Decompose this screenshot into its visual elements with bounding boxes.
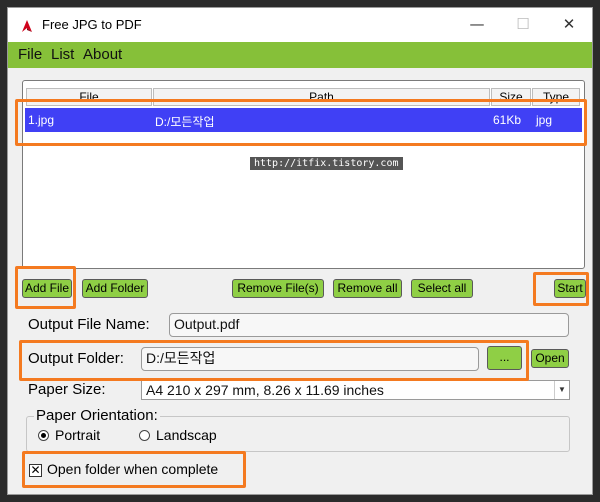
add-folder-button[interactable]: Add Folder: [82, 279, 148, 298]
remove-all-button[interactable]: Remove all: [333, 279, 402, 298]
paper-size-dropdown[interactable]: A4 210 x 297 mm, 8.26 x 11.69 inches ▼: [141, 380, 570, 400]
landscape-radio[interactable]: [139, 430, 150, 441]
chevron-down-icon[interactable]: ▼: [554, 381, 569, 399]
column-header-size[interactable]: Size: [491, 88, 531, 106]
cell-file: 1.jpg: [28, 113, 55, 127]
cell-path: D:/모든작업: [155, 115, 215, 129]
column-header-type[interactable]: Type: [532, 88, 580, 106]
maximize-button[interactable]: ☐: [500, 8, 546, 42]
title-bar: Free JPG to PDF — ☐ ✕: [8, 8, 592, 42]
menu-about[interactable]: About: [83, 46, 122, 63]
paper-size-value: A4 210 x 297 mm, 8.26 x 11.69 inches: [146, 382, 384, 398]
paper-size-label: Paper Size:: [28, 381, 106, 398]
output-folder-input[interactable]: D:/모든작업: [141, 347, 479, 371]
window-title: Free JPG to PDF: [42, 17, 142, 32]
browse-folder-button[interactable]: ...: [487, 346, 522, 370]
menu-file[interactable]: File: [18, 46, 42, 63]
open-folder-checkbox[interactable]: ✕: [29, 464, 42, 477]
menu-bar: File List About: [8, 42, 592, 68]
cell-type: jpg: [536, 113, 553, 127]
open-folder-label[interactable]: Open folder when complete: [47, 461, 218, 477]
column-header-path[interactable]: Path: [153, 88, 490, 106]
portrait-label[interactable]: Portrait: [55, 427, 100, 443]
app-logo-icon: [22, 20, 32, 32]
app-window: Free JPG to PDF — ☐ ✕ File List About Fi…: [7, 7, 593, 495]
paper-orientation-label: Paper Orientation:: [34, 407, 160, 424]
select-all-button[interactable]: Select all: [411, 279, 473, 298]
output-folder-label: Output Folder:: [28, 350, 124, 367]
portrait-radio[interactable]: [38, 430, 49, 441]
table-row[interactable]: 1.jpg D:/모든작업 61Kb jpg: [25, 108, 582, 132]
watermark-text: http://itfix.tistory.com: [250, 157, 403, 170]
open-folder-button[interactable]: Open: [531, 349, 569, 368]
add-file-button[interactable]: Add File: [22, 279, 72, 298]
remove-files-button[interactable]: Remove File(s): [232, 279, 324, 298]
radio-selected-dot: [41, 433, 46, 438]
output-file-name-label: Output File Name:: [28, 316, 150, 333]
cell-size: 61Kb: [493, 113, 522, 127]
menu-list[interactable]: List: [51, 46, 74, 63]
file-list-table[interactable]: File Path Size Type 1.jpg D:/모든작업 61Kb j…: [22, 80, 585, 269]
close-button[interactable]: ✕: [546, 8, 592, 42]
minimize-button[interactable]: —: [454, 8, 500, 42]
start-button[interactable]: Start: [554, 279, 586, 298]
output-file-name-input[interactable]: Output.pdf: [169, 313, 569, 337]
column-header-file[interactable]: File: [26, 88, 152, 106]
landscape-label[interactable]: Landscap: [156, 427, 217, 443]
